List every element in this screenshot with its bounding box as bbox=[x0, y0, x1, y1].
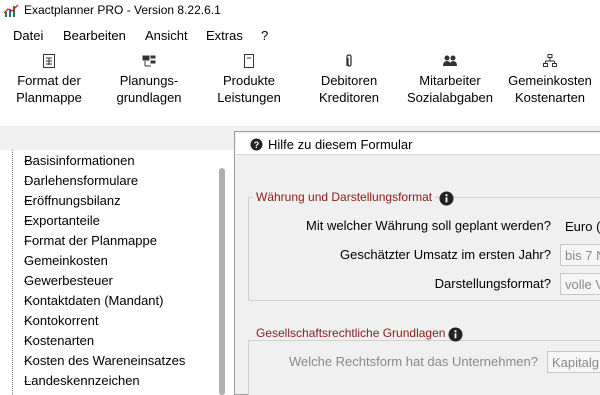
sidebar-item-label: Basisinformationen bbox=[24, 153, 135, 168]
svg-text:?: ? bbox=[254, 140, 260, 150]
info-icon[interactable] bbox=[448, 327, 463, 342]
paperclip-icon bbox=[346, 54, 352, 67]
ribbon-mitarbeiter-line2: Sozialabgaben bbox=[406, 90, 494, 105]
currency-select[interactable]: Euro ( bbox=[565, 219, 600, 234]
folder-tree-icon bbox=[142, 55, 156, 67]
document-grid-icon bbox=[43, 54, 55, 68]
menu-extras[interactable]: Extras bbox=[206, 28, 243, 43]
ribbon-debitoren-line2: Kreditoren bbox=[319, 90, 379, 105]
menu-bearbeiten[interactable]: Bearbeiten bbox=[63, 28, 126, 43]
legalform-select[interactable]: Kapitalg bbox=[547, 351, 600, 373]
sidebar-item-label: Exportanteile bbox=[24, 213, 100, 228]
ribbon-produkte-button[interactable]: Produkte Leistungen bbox=[208, 54, 290, 118]
ribbon-debitoren-button[interactable]: Debitoren Kreditoren bbox=[308, 54, 390, 118]
sidebar-item-label: Format der Planmappe bbox=[24, 233, 157, 248]
product-box-icon bbox=[244, 54, 254, 68]
currency-label: Mit welcher Währung soll geplant werden? bbox=[306, 218, 551, 233]
menu-datei[interactable]: Datei bbox=[13, 28, 43, 43]
ribbon-debitoren-line1: Debitoren bbox=[320, 73, 378, 88]
ribbon-planung-line2: grundlagen bbox=[116, 90, 182, 105]
sidebar-item-label: Kosten des Wareneinsatzes bbox=[24, 353, 186, 368]
sidebar-item-label: Darlehensformulare bbox=[24, 173, 139, 188]
sidebar-item-label: Kostenarten bbox=[24, 333, 95, 348]
legalform-label: Welche Rechtsform hat das Unternehmen? bbox=[288, 354, 538, 369]
menu-ansicht[interactable]: Ansicht bbox=[145, 28, 188, 43]
menu-bar: Datei Bearbeiten Ansicht Extras ? bbox=[0, 24, 600, 48]
sidebar-item-label: Gemeinkosten bbox=[24, 253, 108, 268]
ribbon-format-planmappe-button[interactable]: Format der Planmappe bbox=[8, 54, 90, 118]
ribbon-planung-line1: Planungs- bbox=[119, 73, 179, 88]
ribbon-format-line1: Format der bbox=[17, 73, 81, 88]
ribbon-gemeinkosten-line1: Gemeinkosten bbox=[508, 73, 592, 88]
sidebar-item-label: Kontokorrent bbox=[24, 313, 99, 328]
format-label: Darstellungsformat? bbox=[434, 276, 551, 291]
ribbon-gemeinkosten-line2: Kostenarten bbox=[514, 90, 586, 105]
ribbon-gemeinkosten-button[interactable]: Gemeinkosten Kostenarten bbox=[504, 54, 596, 118]
legal-basis-group-title: Gesellschaftsrechtliche Grundlagen bbox=[253, 326, 449, 340]
ribbon-toolbar: Format der Planmappe Planungs- grundlage… bbox=[0, 48, 600, 126]
sidebar-scrollbar-thumb[interactable] bbox=[219, 168, 225, 395]
title-bar: Exactplanner PRO - Version 8.22.6.1 bbox=[0, 0, 600, 22]
sidebar-item-label: Eröffnungsbilanz bbox=[24, 193, 121, 208]
ribbon-produkte-line1: Produkte bbox=[222, 73, 276, 88]
sidebar-item-label: Gewerbesteuer bbox=[24, 273, 113, 288]
sidebar-item-label: Kontaktdaten (Mandant) bbox=[24, 293, 164, 308]
currency-format-group-title: Währung und Darstellungsformat bbox=[253, 190, 436, 204]
org-chart-icon bbox=[543, 54, 557, 67]
people-icon bbox=[443, 55, 457, 66]
revenue-select[interactable]: bis 7 N bbox=[560, 244, 600, 266]
question-circle-icon[interactable]: ? bbox=[250, 138, 263, 151]
menu-help[interactable]: ? bbox=[261, 28, 268, 43]
revenue-label: Geschätzter Umsatz im ersten Jahr? bbox=[340, 247, 551, 262]
sidebar-item-label: Landeskennzeichen bbox=[24, 373, 140, 388]
app-chart-icon bbox=[4, 4, 19, 17]
help-link[interactable]: Hilfe zu diesem Formular bbox=[268, 137, 413, 152]
format-select[interactable]: volle V bbox=[560, 273, 600, 295]
ribbon-mitarbeiter-button[interactable]: Mitarbeiter Sozialabgaben bbox=[402, 54, 498, 118]
info-icon[interactable] bbox=[439, 191, 454, 206]
ribbon-mitarbeiter-line1: Mitarbeiter bbox=[419, 73, 481, 88]
tree-connector-line bbox=[12, 150, 13, 395]
ribbon-planungsgrundlagen-button[interactable]: Planungs- grundlagen bbox=[108, 54, 190, 118]
ribbon-produkte-line2: Leistungen bbox=[217, 90, 281, 105]
window-title: Exactplanner PRO - Version 8.22.6.1 bbox=[24, 3, 221, 17]
ribbon-format-line2: Planmappe bbox=[16, 90, 82, 105]
